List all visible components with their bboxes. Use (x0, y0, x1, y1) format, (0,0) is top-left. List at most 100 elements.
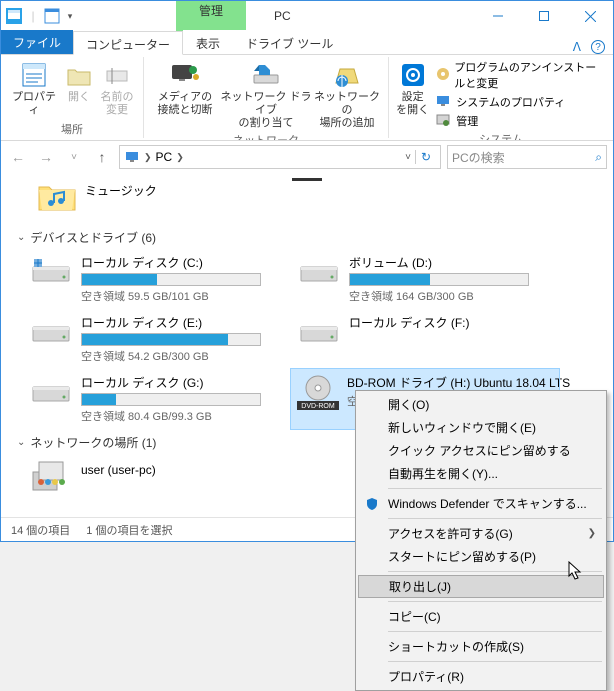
chevron-right-icon[interactable]: ❯ (176, 152, 184, 163)
search-box[interactable]: PCの検索 ⌕ (447, 145, 607, 169)
ribbon-group-location: プロパティ 開く 名前の 変更 場所 (1, 57, 144, 138)
forward-button[interactable]: → (35, 146, 57, 168)
drive-free-space: 空き領域 59.5 GB/101 GB (81, 288, 285, 304)
usage-bar (81, 273, 261, 286)
dropdown-caret-icon[interactable]: ˅ (399, 152, 411, 163)
hard-drive-icon (297, 254, 341, 290)
back-button[interactable]: ← (7, 146, 29, 168)
drive-free-space: 空き領域 164 GB/300 GB (349, 288, 553, 304)
ribbon-group-system: 設定 を開く プログラムのアンインストールと変更 システムのプロパティ 管理 シ… (389, 57, 613, 138)
window-controls (475, 1, 613, 31)
context-menu: 開く(O) 新しいウィンドウで開く(E) クイック アクセスにピン留めする 自動… (355, 390, 607, 691)
drive-item[interactable]: ローカル ディスク (E:) 空き領域 54.2 GB/300 GB (23, 309, 291, 369)
cm-open-new-window[interactable]: 新しいウィンドウで開く(E) (358, 416, 604, 439)
cursor-icon (568, 561, 584, 585)
uninstall-programs-button[interactable]: プログラムのアンインストールと変更 (436, 59, 601, 91)
cm-give-access[interactable]: アクセスを許可する(G)❯ (358, 522, 604, 545)
tab-view[interactable]: 表示 (183, 30, 233, 54)
hard-drive-icon (297, 314, 341, 350)
refresh-icon[interactable]: ↻ (415, 150, 436, 164)
group-label-location: 場所 (7, 119, 137, 138)
rename-button[interactable]: 名前の 変更 (97, 57, 137, 117)
ribbon-collapse-icon[interactable]: ᐱ (573, 40, 581, 54)
cm-separator (388, 601, 602, 602)
pc-icon (124, 149, 140, 165)
tab-drive-tools[interactable]: ドライブ ツール (233, 30, 346, 54)
properties-icon (19, 60, 49, 90)
usage-bar (349, 273, 529, 286)
close-button[interactable] (567, 1, 613, 31)
chevron-right-icon[interactable]: ❯ (144, 152, 152, 163)
hard-drive-icon (29, 314, 73, 350)
breadcrumb[interactable]: ❯ PC ❯ ˅ ↻ (119, 145, 441, 169)
network-location-icon (332, 60, 362, 90)
up-button[interactable]: ↑ (91, 146, 113, 168)
drive-label: ローカル ディスク (G:) (81, 374, 285, 391)
drive-free-space: 空き領域 80.4 GB/99.3 GB (81, 408, 285, 424)
drive-item[interactable]: ローカル ディスク (F:) (291, 309, 559, 369)
qat-separator: | (24, 7, 42, 25)
gear-icon (398, 60, 428, 90)
status-item-count: 14 個の項目 (11, 522, 70, 538)
drive-label: ローカル ディスク (E:) (81, 314, 285, 331)
chevron-down-icon: ⌄ (17, 437, 25, 448)
tab-file[interactable]: ファイル (1, 30, 73, 54)
help-icon[interactable]: ? (591, 40, 605, 54)
settings-button[interactable]: 設定 を開く (395, 57, 430, 117)
app-icon (5, 7, 23, 25)
maximize-button[interactable] (521, 1, 567, 31)
recent-locations-icon[interactable]: ˅ (63, 146, 85, 168)
media-connect-button[interactable]: メディアの 接続と切断 (150, 57, 220, 117)
properties-button[interactable]: プロパティ (7, 57, 61, 117)
breadcrumb-pc[interactable]: PC (156, 150, 173, 164)
usage-bar (81, 333, 261, 346)
cm-separator (388, 488, 602, 489)
cm-separator (388, 661, 602, 662)
open-button[interactable]: 開く (61, 57, 97, 104)
add-network-location-button[interactable]: ネットワークの 場所の追加 (312, 57, 382, 130)
title-bar: | ▾ 管理 PC (1, 1, 613, 31)
system-properties-button[interactable]: システムのプロパティ (436, 94, 601, 110)
cm-create-shortcut[interactable]: ショートカットの作成(S) (358, 635, 604, 658)
drive-label: BD-ROM ドライブ (H:) Ubuntu 18.04 LTS (347, 374, 570, 391)
minimize-button[interactable] (475, 1, 521, 31)
manage-button[interactable]: 管理 (436, 113, 601, 129)
shield-icon (364, 496, 380, 512)
map-drive-button[interactable]: ネットワーク ドライブ の割り当て (220, 57, 312, 130)
drive-label: ボリューム (D:) (349, 254, 553, 271)
qat-dropdown-icon[interactable]: ▾ (64, 11, 76, 22)
rename-icon (102, 60, 132, 90)
status-selected-count: 1 個の項目を選択 (86, 522, 172, 538)
cm-pin-quick-access[interactable]: クイック アクセスにピン留めする (358, 439, 604, 462)
cm-open[interactable]: 開く(O) (358, 393, 604, 416)
cm-autoplay[interactable]: 自動再生を開く(Y)... (358, 462, 604, 485)
drive-free-space: 空き領域 54.2 GB/300 GB (81, 348, 285, 364)
tab-computer[interactable]: コンピューター (73, 31, 183, 55)
open-icon (64, 60, 94, 90)
cd-icon (436, 67, 450, 83)
drive-item[interactable]: ローカル ディスク (C:) 空き領域 59.5 GB/101 GB (23, 249, 291, 309)
search-icon: ⌕ (595, 150, 602, 165)
ribbon: プロパティ 開く 名前の 変更 場所 メディアの 接続と切断 (1, 55, 613, 141)
properties-icon[interactable] (43, 7, 61, 25)
music-folder-icon (37, 176, 77, 214)
svg-text:DVD-ROM: DVD-ROM (301, 403, 335, 410)
section-devices-header[interactable]: ⌄ デバイスとドライブ (6) (17, 224, 613, 249)
drive-item[interactable]: ボリューム (D:) 空き領域 164 GB/300 GB (291, 249, 559, 309)
cm-defender-scan[interactable]: Windows Defender でスキャンする... (358, 492, 604, 515)
cm-properties[interactable]: プロパティ(R) (358, 665, 604, 688)
address-bar: ← → ˅ ↑ ❯ PC ❯ ˅ ↻ PCの検索 ⌕ (1, 141, 613, 173)
quick-access-toolbar: | ▾ (1, 1, 76, 31)
network-share-icon (29, 457, 73, 495)
drive-label: ローカル ディスク (F:) (349, 314, 553, 331)
cm-copy[interactable]: コピー(C) (358, 605, 604, 628)
chevron-right-icon: ❯ (588, 528, 604, 539)
cm-separator (388, 631, 602, 632)
usage-bar (81, 393, 261, 406)
window-title: PC (246, 1, 319, 31)
ribbon-group-network: メディアの 接続と切断 ネットワーク ドライブ の割り当て ネットワークの 場所… (144, 57, 389, 138)
map-drive-icon (251, 60, 281, 90)
group-label-network: ネットワーク (150, 130, 382, 141)
drive-item[interactable]: ローカル ディスク (G:) 空き領域 80.4 GB/99.3 GB (23, 369, 291, 429)
drive-label: ローカル ディスク (C:) (81, 254, 285, 271)
